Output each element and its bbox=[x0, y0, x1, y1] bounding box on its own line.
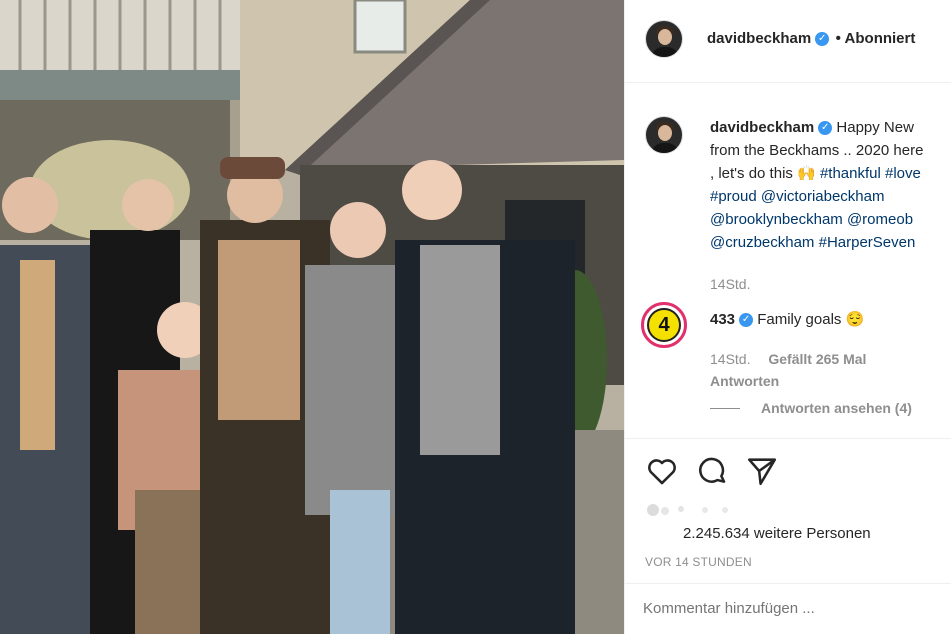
caption-avatar[interactable] bbox=[645, 116, 683, 154]
likes-row bbox=[625, 500, 951, 522]
verified-icon: ✓ bbox=[818, 121, 833, 136]
likes-count[interactable]: 2.245.634 weitere Personen bbox=[683, 522, 871, 545]
post-header: davidbeckham ✓ • Abonniert bbox=[625, 0, 951, 83]
comment-meta: 14Std. Gefällt 265 Mal bbox=[710, 351, 866, 367]
header-username[interactable]: davidbeckham bbox=[707, 30, 811, 47]
comment-likes[interactable]: Gefällt 265 Mal bbox=[768, 351, 866, 367]
caption-tags-4[interactable]: #proud @victoriabeckham bbox=[710, 185, 951, 208]
replies-divider bbox=[710, 408, 740, 409]
verified-icon: ✓ bbox=[739, 313, 754, 328]
post-timestamp[interactable]: VOR 14 STUNDEN bbox=[645, 555, 752, 569]
actions-divider bbox=[625, 438, 951, 440]
caption-username[interactable]: davidbeckham bbox=[710, 119, 814, 136]
comment-reply-button[interactable]: Antworten bbox=[710, 373, 779, 389]
follow-status[interactable]: • Abonniert bbox=[836, 30, 916, 47]
caption-line-1: Happy New bbox=[836, 119, 914, 136]
comment-icon[interactable] bbox=[695, 454, 729, 488]
add-comment-input[interactable] bbox=[643, 600, 923, 617]
caption-hashtags-1[interactable]: #thankful #love bbox=[820, 165, 921, 182]
share-icon[interactable] bbox=[745, 454, 779, 488]
post-photo-illustration bbox=[0, 0, 624, 634]
comment-username[interactable]: 433 bbox=[710, 311, 735, 328]
comment-time[interactable]: 14Std. bbox=[710, 351, 750, 367]
comment-text: Family goals bbox=[757, 311, 842, 328]
post-photo[interactable] bbox=[0, 0, 624, 634]
view-replies-button[interactable]: Antworten ansehen (4) bbox=[761, 400, 912, 416]
commenter-avatar[interactable]: 4 bbox=[641, 302, 687, 348]
caption-tags-5[interactable]: @brooklynbeckham @romeob bbox=[710, 208, 951, 231]
badge-number: 4 bbox=[647, 308, 681, 342]
caption-time[interactable]: 14Std. bbox=[710, 276, 750, 292]
caption-tags-6[interactable]: @cruzbeckham #HarperSeven bbox=[710, 231, 951, 254]
heart-icon[interactable] bbox=[645, 454, 679, 488]
caption-line-2: from the Beckhams .. 2020 here bbox=[710, 142, 924, 159]
hands-emoji-icon: 🙌 bbox=[797, 165, 816, 182]
post-side-panel: davidbeckham ✓ • Abonniert davidbeckham ✓ … bbox=[624, 0, 951, 634]
add-comment-divider bbox=[625, 583, 951, 585]
caption-text: davidbeckham ✓ Happy New from the Beckham… bbox=[710, 116, 951, 254]
comment-text-line: 433 ✓ Family goals 😌 bbox=[710, 308, 864, 331]
action-bar bbox=[625, 452, 951, 492]
caption-line-3: , let's do this bbox=[710, 165, 793, 182]
header-user-line: davidbeckham ✓ • Abonniert bbox=[707, 30, 915, 48]
liked-by-avatars-icon bbox=[647, 504, 728, 516]
verified-icon: ✓ bbox=[815, 31, 830, 46]
relieved-emoji-icon: 😌 bbox=[845, 311, 865, 328]
header-avatar[interactable] bbox=[645, 20, 683, 58]
